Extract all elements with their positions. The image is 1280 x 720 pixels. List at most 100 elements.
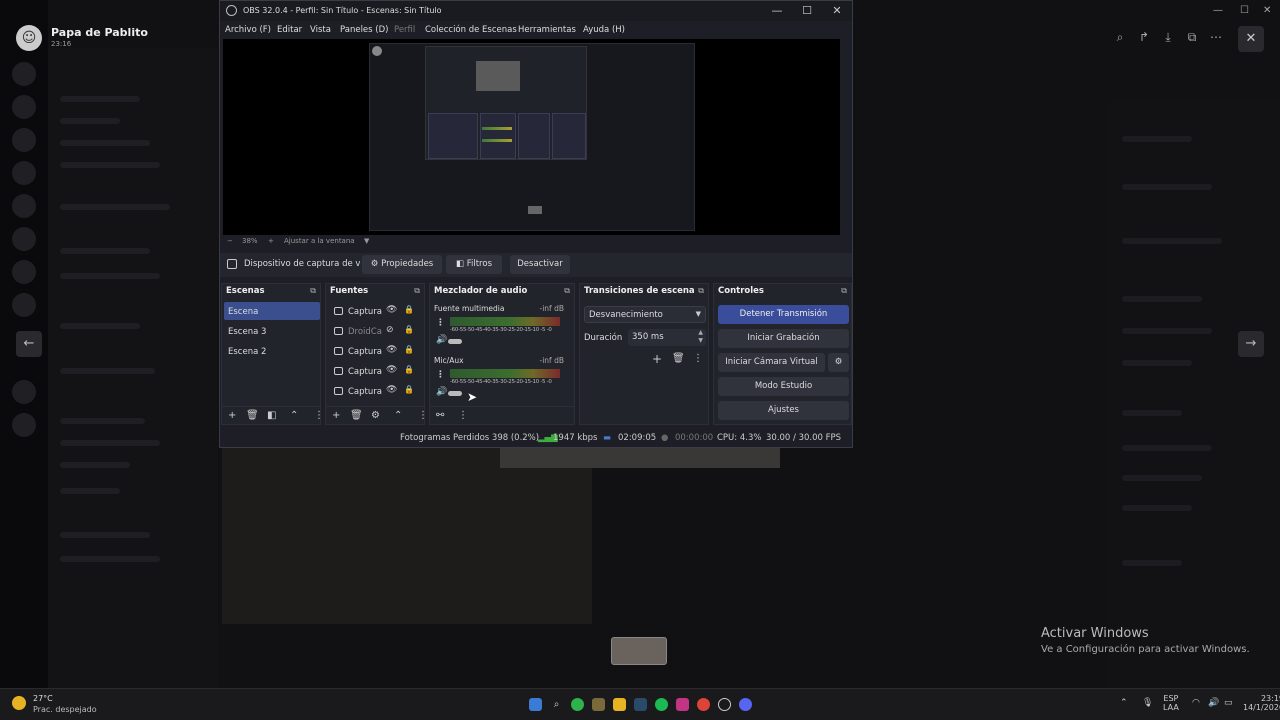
close-button[interactable]: ✕ — [826, 3, 848, 19]
menu-coleccion[interactable]: Colección de Escenas — [425, 25, 517, 35]
mic-tray-icon[interactable]: 🎙 — [1142, 698, 1153, 708]
weather-temp: 27°C — [33, 694, 53, 703]
remove-source-icon[interactable]: 🗑 — [350, 410, 363, 421]
add-source-icon[interactable]: + — [332, 410, 340, 421]
obs-taskbar-icon[interactable] — [718, 698, 731, 711]
wifi-icon[interactable]: ◠ — [1192, 698, 1200, 708]
folder-icon[interactable] — [613, 698, 626, 711]
duration-spinbox[interactable]: 350 ms ▲ ▼ — [628, 329, 706, 346]
transition-select[interactable]: Desvanecimiento ▼ — [584, 306, 706, 323]
window-minimize-icon[interactable]: — — [1213, 5, 1223, 16]
move-up-icon[interactable]: ⌃ — [290, 410, 298, 421]
deactivate-button[interactable]: Desactivar — [510, 255, 570, 274]
menu-vista[interactable]: Vista — [310, 25, 331, 35]
start-virtual-camera-button[interactable]: Iniciar Cámara Virtual — [718, 353, 825, 372]
source-row[interactable]: Captura 👁 🔒 — [330, 302, 422, 320]
more-icon[interactable]: ⋮ — [458, 410, 468, 421]
app-icon[interactable] — [592, 698, 605, 711]
zoom-out-button[interactable]: − — [227, 237, 233, 245]
chrome-icon[interactable] — [697, 698, 710, 711]
transition-menu-icon[interactable]: ⋮ — [693, 353, 703, 364]
meter-ticks: -60-55-50-45-40-35-30-25-20-15-10 -5 -0 — [450, 379, 552, 385]
move-up-icon[interactable]: ⌃ — [394, 410, 402, 421]
menu-perfil[interactable]: Perfil — [394, 25, 415, 35]
source-settings-icon[interactable]: ⚙ — [371, 410, 380, 421]
add-transition-icon[interactable]: + — [652, 352, 662, 366]
volume-icon[interactable]: 🔊 — [436, 387, 447, 397]
obs-logo-icon — [226, 5, 237, 16]
studio-mode-button[interactable]: Modo Estudio — [718, 377, 849, 396]
viewer-close-button[interactable]: ✕ — [1238, 26, 1264, 52]
battery-icon[interactable]: ▭ — [1224, 698, 1233, 708]
mic-icon — [334, 307, 343, 315]
steam-icon[interactable] — [634, 698, 647, 711]
minimize-button[interactable]: — — [766, 3, 788, 19]
settings-button[interactable]: Ajustes — [718, 401, 849, 420]
menu-paneles[interactable]: Paneles (D) — [340, 25, 388, 35]
instagram-icon[interactable] — [676, 698, 689, 711]
volume-slider[interactable] — [448, 339, 462, 344]
maximize-button[interactable]: ☐ — [796, 3, 818, 19]
volume-icon[interactable]: 🔊 — [436, 335, 447, 345]
thumbnail-strip[interactable] — [611, 637, 667, 665]
remove-scene-icon[interactable]: 🗑 — [246, 410, 259, 421]
viewer-user-name: Papa de Pablito — [51, 26, 148, 39]
more-icon[interactable]: ⋯ — [1206, 30, 1226, 44]
avatar: ☺ — [16, 25, 42, 51]
download-icon[interactable]: ⤓ — [1158, 30, 1178, 45]
menu-editar[interactable]: Editar — [277, 25, 302, 35]
audio-mixer-dock: Mezclador de audio ⧉ Fuente multimedia -i… — [429, 283, 575, 425]
search-icon[interactable]: ⌕ — [550, 698, 563, 711]
window-maximize-icon[interactable]: ☐ — [1240, 5, 1249, 16]
window-close-icon[interactable]: ✕ — [1263, 5, 1271, 16]
start-recording-button[interactable]: Iniciar Grabación — [718, 329, 849, 348]
source-row[interactable]: Captura 👁 🔒 — [330, 342, 422, 360]
remove-transition-icon[interactable]: 🗑 — [672, 353, 685, 364]
more-icon[interactable]: ⋮ — [418, 410, 428, 421]
source-row[interactable]: DroidCa ⊘ 🔒 — [330, 322, 422, 340]
next-arrow-icon[interactable]: → — [1238, 331, 1264, 357]
fps: 30.00 / 30.00 FPS — [766, 433, 842, 443]
stop-streaming-button[interactable]: Detener Transmisión — [718, 305, 849, 324]
source-row[interactable]: Captura 👁 🔒 — [330, 362, 422, 380]
prev-arrow-icon[interactable]: ← — [16, 331, 42, 357]
whatsapp-icon[interactable] — [571, 698, 584, 711]
volume-slider[interactable] — [448, 391, 462, 396]
menu-ayuda[interactable]: Ayuda (H) — [583, 25, 625, 35]
add-scene-icon[interactable]: + — [228, 410, 236, 421]
filters-button[interactable]: ◧ Filtros — [446, 255, 502, 274]
preview-canvas[interactable] — [223, 39, 840, 235]
clock[interactable]: 23:1914/1/2026 — [1243, 694, 1280, 712]
visibility-icon: 👁 — [386, 385, 398, 395]
track-menu-icon[interactable]: ⋮ — [436, 370, 445, 380]
filter-scene-icon[interactable]: ◧ — [267, 410, 276, 421]
discord-icon[interactable] — [739, 698, 752, 711]
lock-icon: 🔒 — [404, 385, 414, 394]
zoom-icon[interactable]: ⌕ — [1110, 30, 1130, 45]
weather-desc: Prac. despejado — [33, 705, 97, 714]
tray-chevron-icon[interactable]: ⌃ — [1120, 698, 1128, 708]
spotify-icon[interactable] — [655, 698, 668, 711]
scene-item[interactable]: Escena — [224, 302, 320, 320]
virtual-camera-settings-icon[interactable]: ⚙ — [828, 353, 849, 372]
menu-archivo[interactable]: Archivo (F) — [225, 25, 271, 35]
advanced-audio-icon[interactable]: ⚯ — [436, 410, 444, 421]
file-icon — [334, 327, 343, 335]
scene-item[interactable]: Escena 2 — [224, 342, 320, 360]
menu-herramientas[interactable]: Herramientas — [518, 25, 576, 35]
scene-item[interactable]: Escena 3 — [224, 322, 320, 340]
zoom-fit[interactable]: Ajustar a la ventana — [284, 237, 355, 245]
source-row[interactable]: Captura 👁 🔒 — [330, 382, 422, 400]
track-menu-icon[interactable]: ⋮ — [436, 318, 445, 328]
mixer-dock-title: Mezclador de audio ⧉ — [434, 286, 570, 296]
more-icon[interactable]: ⋮ — [314, 410, 324, 421]
properties-button[interactable]: ⚙ Propiedades — [362, 255, 442, 274]
start-icon[interactable] — [529, 698, 542, 711]
open-external-icon[interactable]: ⧉ — [1182, 30, 1202, 45]
speaker-icon[interactable]: 🔊 — [1208, 698, 1219, 708]
mixer-track-db: -inf dB — [539, 356, 564, 365]
zoom-dropdown-icon[interactable]: ▼ — [364, 237, 369, 245]
zoom-in-button[interactable]: + — [268, 237, 274, 245]
share-icon[interactable]: ↱ — [1134, 30, 1154, 44]
language-indicator[interactable]: ESP LAA — [1163, 694, 1179, 712]
